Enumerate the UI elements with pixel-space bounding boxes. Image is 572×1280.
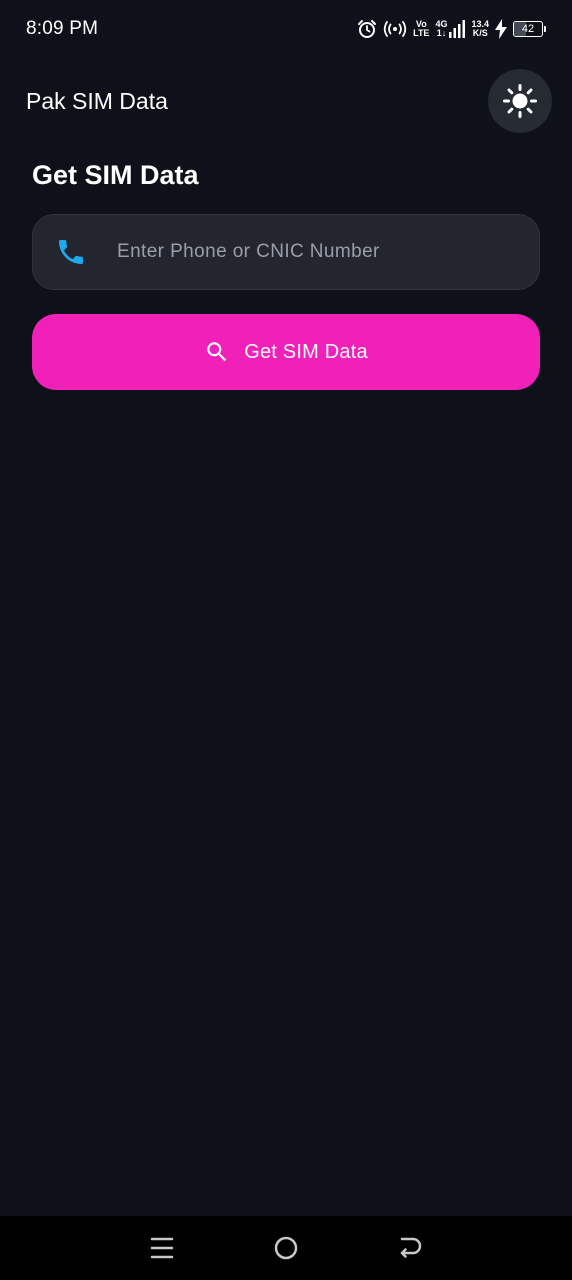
back-button[interactable] bbox=[380, 1218, 440, 1278]
get-sim-data-button-label: Get SIM Data bbox=[244, 340, 368, 363]
phone-icon bbox=[53, 234, 89, 270]
app-bar: Pak SIM Data bbox=[0, 68, 572, 134]
home-icon bbox=[274, 1236, 298, 1260]
network-4g-icon: 4G 1↓ bbox=[435, 19, 466, 39]
section-heading: Get SIM Data bbox=[32, 160, 199, 190]
search-icon bbox=[207, 342, 227, 362]
theme-toggle-button[interactable] bbox=[488, 69, 552, 133]
phone-cnic-input[interactable] bbox=[115, 231, 539, 273]
network-bottom-text: 1↓ bbox=[436, 28, 447, 38]
volte-icon: Vo LTE bbox=[413, 20, 429, 38]
volte-bottom-text: LTE bbox=[413, 28, 430, 38]
get-sim-data-button[interactable]: Get SIM Data bbox=[32, 314, 540, 390]
signal-icon bbox=[449, 20, 466, 38]
home-button[interactable] bbox=[256, 1218, 316, 1278]
navigation-bar bbox=[0, 1216, 572, 1280]
speed-icon: 13.4 K/S bbox=[471, 20, 489, 38]
status-icons: Vo LTE 4G 1↓ 13.4 K/S 42 bbox=[357, 19, 546, 39]
phone-cnic-input-container[interactable] bbox=[32, 214, 540, 290]
charging-icon bbox=[495, 19, 507, 39]
battery-level: 42 bbox=[521, 23, 535, 35]
app-title: Pak SIM Data bbox=[26, 87, 168, 114]
app-screen: 8:09 PM Vo LTE 4G 1↓ 13.4 K/S 42 Pak SIM… bbox=[0, 0, 572, 1280]
speed-unit: K/S bbox=[472, 28, 488, 38]
menu-icon bbox=[150, 1237, 174, 1259]
battery-icon: 42 bbox=[513, 21, 546, 37]
recent-apps-button[interactable] bbox=[132, 1218, 192, 1278]
alarm-icon bbox=[357, 19, 377, 39]
back-icon bbox=[400, 1237, 422, 1258]
status-bar: 8:09 PM Vo LTE 4G 1↓ 13.4 K/S 42 bbox=[0, 0, 572, 58]
sun-icon bbox=[503, 84, 537, 118]
hotspot-icon bbox=[383, 19, 407, 39]
status-time: 8:09 PM bbox=[26, 18, 99, 39]
